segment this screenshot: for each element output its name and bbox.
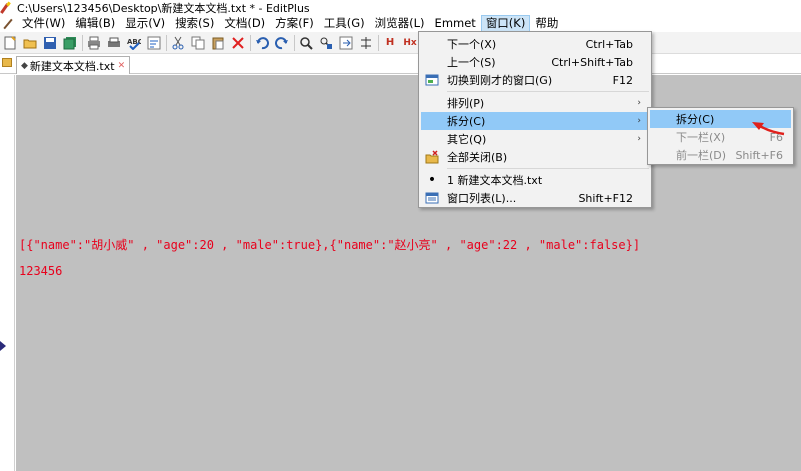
spellcheck-icon[interactable]: ABC (126, 35, 142, 51)
menu-view[interactable]: 显示(V) (120, 15, 170, 32)
menu-item-close-all[interactable]: 全部关闭(B) (421, 148, 649, 166)
menu-item-shortcut: F12 (612, 73, 633, 87)
close-all-icon (425, 150, 439, 164)
line-gutter (0, 75, 15, 471)
open-folder-icon[interactable] (22, 35, 38, 51)
undo-icon[interactable] (254, 35, 270, 51)
word-wrap-icon[interactable] (146, 35, 162, 51)
submenu-item-previous-pane[interactable]: 前一栏(D) Shift+F6 (650, 146, 791, 164)
menu-item-shortcut: Ctrl+Shift+Tab (551, 55, 633, 69)
menu-help[interactable]: 帮助 (530, 15, 563, 32)
toolbar-separator (250, 34, 251, 51)
title-bar: C:\Users\123456\Desktop\新建文本文档.txt * - E… (0, 0, 801, 15)
toolbar-separator (378, 34, 379, 51)
menu-document[interactable]: 文档(D) (219, 15, 270, 32)
bullet-icon: • (427, 172, 437, 188)
editplus-app-icon (0, 1, 15, 14)
menu-file[interactable]: 文件(W) (17, 15, 70, 32)
replace-icon[interactable] (318, 35, 334, 51)
column-icon[interactable] (358, 35, 374, 51)
menu-item-switch-window[interactable]: 切换到刚才的窗口(G) F12 (421, 71, 649, 89)
editor-line-2: 123456 (19, 264, 63, 278)
menu-item-window-list[interactable]: 窗口列表(L)... Shift+F12 (421, 189, 649, 207)
cut-icon[interactable] (170, 35, 186, 51)
window-title: C:\Users\123456\Desktop\新建文本文档.txt * - E… (17, 1, 310, 15)
menu-window[interactable]: 窗口(K) (480, 15, 531, 32)
save-icon[interactable] (42, 35, 58, 51)
menu-emmet[interactable]: Emmet (430, 15, 481, 32)
window-menu-dropdown: 下一个(X) Ctrl+Tab 上一个(S) Ctrl+Shift+Tab 切换… (418, 31, 652, 208)
submenu-item-label: 前一栏(D) (676, 149, 727, 162)
menu-item-split[interactable]: 拆分(C) › (421, 112, 649, 130)
menu-browser[interactable]: 浏览器(L) (370, 15, 430, 32)
print-preview-icon[interactable] (106, 35, 122, 51)
menu-item-label: 切换到刚才的窗口(G) (447, 74, 553, 87)
modified-marker-icon: ◆ (21, 60, 28, 71)
submenu-item-shortcut: Shift+F6 (735, 148, 783, 162)
menu-item-label: 上一个(S) (447, 56, 496, 69)
switch-window-icon (425, 73, 439, 87)
close-tab-icon[interactable]: ✕ (118, 61, 126, 71)
paste-icon[interactable] (210, 35, 226, 51)
menu-separator (447, 168, 649, 169)
hx-icon[interactable]: Hx (402, 35, 418, 51)
menu-item-label: 其它(Q) (447, 133, 487, 146)
save-all-icon[interactable] (62, 35, 78, 51)
menu-item-label: 全部关闭(B) (447, 151, 508, 164)
toolbar: ABC H Hx H (0, 32, 801, 54)
submenu-arrow-icon: › (637, 134, 641, 144)
document-tab[interactable]: ◆ 新建文本文档.txt ✕ (16, 56, 131, 74)
menu-item-shortcut: Shift+F12 (578, 191, 633, 205)
submenu-arrow-icon: › (637, 116, 641, 126)
folder-icon[interactable] (2, 58, 12, 67)
menu-item-arrange[interactable]: 排列(P) › (421, 94, 649, 112)
toolbar-separator (82, 34, 83, 51)
document-tab-label: 新建文本文档.txt (29, 59, 115, 73)
menu-item-shortcut: Ctrl+Tab (585, 37, 633, 51)
menu-edit[interactable]: 编辑(B) (70, 15, 120, 32)
new-file-icon[interactable] (2, 35, 18, 51)
menu-item-label: 窗口列表(L)... (447, 192, 517, 205)
goto-icon[interactable] (338, 35, 354, 51)
menubar-pen-icon (0, 15, 17, 32)
window-list-icon (425, 191, 439, 205)
toolbar-separator (166, 34, 167, 51)
toolbar-separator (294, 34, 295, 51)
svg-text:ABC: ABC (127, 38, 141, 46)
submenu-arrow-icon: › (637, 98, 641, 108)
menu-item-previous[interactable]: 上一个(S) Ctrl+Shift+Tab (421, 53, 649, 71)
menu-item-label: 排列(P) (447, 97, 485, 110)
menu-item-other[interactable]: 其它(Q) › (421, 130, 649, 148)
print-icon[interactable] (86, 35, 102, 51)
menu-tools[interactable]: 工具(G) (319, 15, 370, 32)
find-icon[interactable] (298, 35, 314, 51)
delete-icon[interactable] (230, 35, 246, 51)
redo-icon[interactable] (274, 35, 290, 51)
menu-item-label: 下一个(X) (447, 38, 497, 51)
menu-item-label: 1 新建文本文档.txt (447, 174, 543, 187)
document-tab-bar: ◆ 新建文本文档.txt ✕ (0, 54, 801, 74)
heading-icon[interactable]: H (382, 35, 398, 51)
menu-item-open-document[interactable]: • 1 新建文本文档.txt (421, 171, 649, 189)
menu-item-label: 拆分(C) (447, 115, 486, 128)
current-line-marker-icon (0, 341, 6, 351)
editor-line-1: [{"name":"胡小威" , "age":20 , "male":true}… (19, 238, 641, 252)
annotation-arrow-icon (752, 122, 785, 136)
menu-project[interactable]: 方案(F) (270, 15, 319, 32)
menu-item-next[interactable]: 下一个(X) Ctrl+Tab (421, 35, 649, 53)
menu-bar: 文件(W) 编辑(B) 显示(V) 搜索(S) 文档(D) 方案(F) 工具(G… (0, 15, 801, 32)
menu-separator (447, 91, 649, 92)
menu-search[interactable]: 搜索(S) (170, 15, 219, 32)
copy-icon[interactable] (190, 35, 206, 51)
